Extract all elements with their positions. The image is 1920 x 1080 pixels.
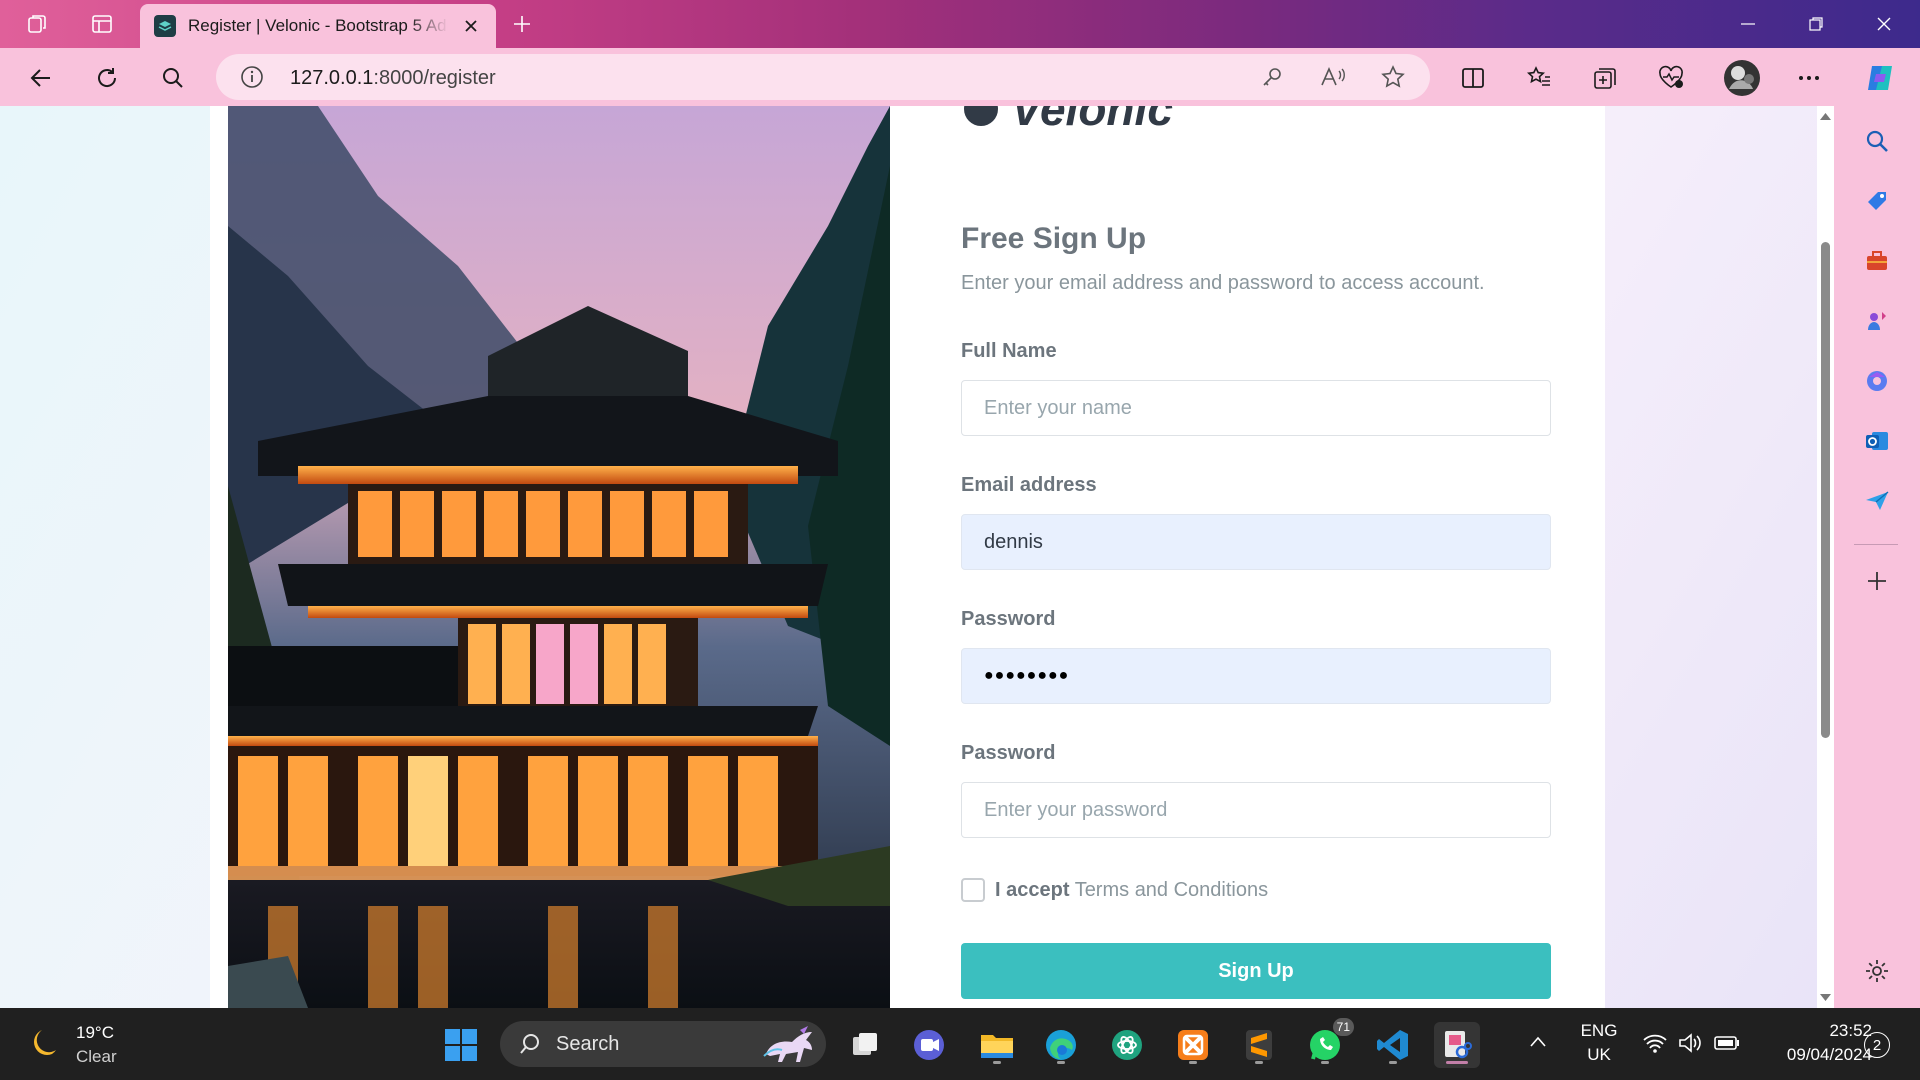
fullname-input[interactable] (961, 380, 1551, 436)
minimize-icon[interactable] (1724, 8, 1772, 40)
email-label: Email address (961, 474, 1097, 496)
house-illustration (228, 106, 890, 1008)
refresh-icon[interactable] (90, 61, 124, 95)
sidebar-search-icon[interactable] (1858, 122, 1896, 160)
wifi-icon[interactable] (1642, 1032, 1668, 1059)
weather-moon-icon[interactable] (28, 1024, 64, 1065)
running-indicator (993, 1061, 1001, 1064)
sidebar-divider (1854, 544, 1898, 545)
running-indicator (1321, 1061, 1329, 1064)
signup-form: Velonic Free Sign Up Enter your email ad… (961, 106, 1581, 1008)
restore-icon[interactable] (1792, 8, 1840, 40)
new-tab-icon[interactable] (508, 10, 536, 38)
taskbar-search-icon (520, 1034, 539, 1054)
search-icon[interactable] (156, 61, 190, 95)
running-indicator (1389, 1061, 1397, 1064)
sidebar-tools-icon[interactable] (1858, 242, 1896, 280)
notifications-badge[interactable]: 2 (1864, 1032, 1890, 1058)
browser-essentials-icon[interactable] (1654, 61, 1688, 95)
terms-link[interactable]: Terms and Conditions (1075, 879, 1268, 901)
file-explorer-icon[interactable] (974, 1022, 1020, 1068)
sidebar-outlook-icon[interactable] (1858, 422, 1896, 460)
clock-time[interactable]: 23:52 (1752, 1020, 1872, 1042)
read-aloud-icon[interactable] (1320, 65, 1346, 94)
battery-icon[interactable] (1714, 1034, 1740, 1057)
back-icon[interactable] (24, 61, 58, 95)
workspaces-icon[interactable] (24, 10, 52, 38)
profile-avatar[interactable] (1722, 58, 1762, 98)
close-tab-icon[interactable] (460, 15, 482, 37)
favorites-icon[interactable] (1522, 61, 1556, 95)
sidebar-settings-icon[interactable] (1858, 952, 1896, 990)
task-view-icon[interactable] (842, 1022, 888, 1068)
running-indicator (1255, 1061, 1263, 1064)
search-highlight-unicorn-icon (763, 1026, 812, 1062)
velonic-logo-icon (964, 106, 998, 126)
sidebar-send-icon[interactable] (1858, 482, 1896, 520)
chatgpt-icon[interactable] (1104, 1022, 1150, 1068)
page-viewport: Velonic Free Sign Up Enter your email ad… (0, 106, 1817, 1008)
copilot-icon[interactable] (1860, 58, 1900, 98)
sidebar-shopping-icon[interactable] (1858, 182, 1896, 220)
velonic-favicon-icon (154, 15, 176, 37)
weather-temp[interactable]: 19°C (76, 1022, 114, 1044)
running-indicator (1189, 1061, 1197, 1064)
xampp-icon[interactable] (1170, 1022, 1216, 1068)
scrollbar-thumb[interactable] (1821, 242, 1830, 738)
url-text[interactable]: 127.0.0.1:8000/register (290, 67, 496, 90)
sublime-text-icon[interactable] (1236, 1022, 1282, 1068)
favorite-star-icon[interactable] (1380, 64, 1406, 95)
windows-taskbar: 19°C Clear Search 71 ENG UK 23:52 09/04/… (0, 1008, 1920, 1080)
password-label: Password (961, 608, 1056, 630)
collections-icon[interactable] (1588, 61, 1622, 95)
whatsapp-badge: 71 (1332, 1018, 1354, 1036)
page-subtitle: Enter your email address and password to… (961, 272, 1485, 294)
clock-date[interactable]: 09/04/2024 (1752, 1044, 1872, 1066)
confirm-password-input[interactable] (961, 782, 1551, 838)
register-card: Velonic Free Sign Up Enter your email ad… (210, 106, 1605, 1008)
scroll-down-icon[interactable] (1820, 994, 1831, 1002)
address-bar[interactable]: 127.0.0.1:8000/register (216, 54, 1430, 100)
active-indicator (1446, 1061, 1468, 1064)
scroll-up-icon[interactable] (1820, 112, 1831, 120)
confirm-password-label: Password (961, 742, 1056, 764)
edge-taskbar-icon[interactable] (1038, 1022, 1084, 1068)
fullname-label: Full Name (961, 340, 1057, 362)
snipping-tool-icon[interactable] (1434, 1022, 1480, 1068)
language-bottom[interactable]: UK (1578, 1044, 1620, 1066)
tab-register[interactable]: Register | Velonic - Bootstrap 5 Admin (140, 4, 496, 48)
password-input[interactable]: ●●●●●●●● (961, 648, 1551, 704)
tab-title: Register | Velonic - Bootstrap 5 Admin (188, 16, 448, 35)
taskbar-search[interactable]: Search (500, 1021, 826, 1067)
velonic-logo[interactable]: Velonic (961, 106, 1173, 136)
sidebar-copilot-icon[interactable] (1858, 362, 1896, 400)
password-key-icon[interactable] (1260, 65, 1284, 94)
email-input[interactable]: dennis (961, 514, 1551, 570)
close-window-icon[interactable] (1860, 8, 1908, 40)
more-options-icon[interactable] (1792, 61, 1826, 95)
show-hidden-icons-icon[interactable] (1528, 1032, 1548, 1057)
whatsapp-icon[interactable]: 71 (1302, 1018, 1354, 1068)
accept-terms-checkbox[interactable] (961, 878, 985, 902)
browser-title-bar: Register | Velonic - Bootstrap 5 Admin (0, 0, 1920, 48)
weather-desc[interactable]: Clear (76, 1046, 117, 1068)
sidebar-games-icon[interactable] (1858, 302, 1896, 340)
start-button[interactable] (438, 1022, 484, 1068)
page-title: Free Sign Up (961, 222, 1147, 255)
running-indicator (1057, 1061, 1065, 1064)
split-screen-icon[interactable] (1456, 61, 1490, 95)
signup-button[interactable]: Sign Up (961, 943, 1551, 999)
site-info-icon[interactable] (240, 65, 264, 94)
teams-chat-icon[interactable] (906, 1022, 952, 1068)
sidebar-add-icon[interactable] (1858, 562, 1896, 600)
vscode-icon[interactable] (1370, 1022, 1416, 1068)
tab-actions-icon[interactable] (88, 10, 116, 38)
page-scrollbar[interactable] (1817, 106, 1834, 1008)
edge-sidebar (1834, 106, 1920, 1008)
language-top[interactable]: ENG (1578, 1020, 1620, 1042)
accept-terms-label[interactable]: I accept Terms and Conditions (995, 879, 1268, 902)
volume-icon[interactable] (1678, 1032, 1704, 1059)
taskbar-search-label: Search (556, 1032, 620, 1055)
browser-toolbar: 127.0.0.1:8000/register (0, 48, 1920, 106)
